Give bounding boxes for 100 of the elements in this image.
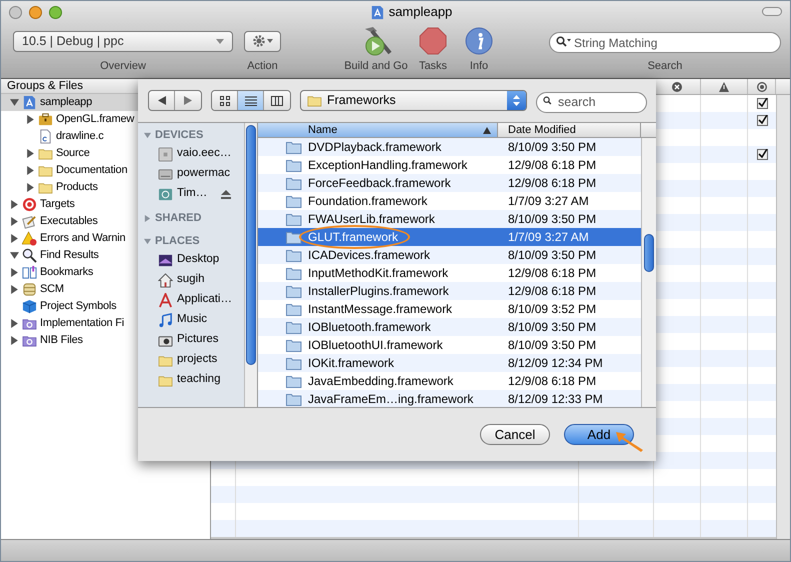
- dropdown-caret-icon: [216, 38, 224, 44]
- sort-ascending-icon: [483, 126, 491, 134]
- file-row[interactable]: InstallerPlugins.framework 12/9/08 6:18 PM: [258, 282, 641, 300]
- toolbar-toggle-button[interactable]: [762, 7, 782, 16]
- columns-icon: [271, 96, 283, 106]
- column-header[interactable]: Date Modified: [498, 123, 641, 137]
- file-row[interactable]: ICADevices.framework 8/10/09 3:50 PM: [258, 246, 641, 264]
- places-item[interactable]: Applicati…: [138, 290, 244, 310]
- error-icon: [672, 82, 682, 92]
- target-icon: [756, 82, 766, 92]
- folder-icon: [286, 356, 302, 370]
- close-button[interactable]: [9, 6, 22, 18]
- music-note-icon: [158, 312, 173, 328]
- grid-icon: [220, 96, 230, 106]
- info-icon[interactable]: [465, 27, 493, 55]
- expand-triangle-icon[interactable]: [10, 234, 19, 243]
- column-header[interactable]: Name: [258, 123, 498, 137]
- project-icon: [370, 4, 385, 20]
- search-field[interactable]: String Matching: [549, 32, 781, 53]
- pencil-paper-icon: [22, 214, 37, 229]
- checkbox[interactable]: [756, 149, 768, 160]
- places-item[interactable]: Pictures: [138, 330, 244, 350]
- places-item[interactable]: vaio.eec…: [138, 144, 244, 164]
- c-file-icon: [38, 129, 53, 144]
- back-arrow-icon: [158, 96, 166, 105]
- places-item[interactable]: sugih: [138, 270, 244, 290]
- scrollbar-thumb[interactable]: [246, 125, 256, 365]
- stepper-arrows-icon: [513, 95, 520, 106]
- window-title: sampleapp: [388, 3, 452, 22]
- file-row[interactable]: FWAUserLib.framework 8/10/09 3:50 PM: [258, 210, 641, 228]
- expand-triangle-icon[interactable]: [26, 115, 35, 124]
- toolbar-label: Build and Go: [344, 59, 408, 73]
- house-icon: [158, 272, 173, 288]
- expand-triangle-icon[interactable]: [26, 149, 35, 158]
- section-heading: PLACES: [155, 234, 200, 250]
- folder-icon: [286, 194, 302, 208]
- book-icon: [22, 265, 37, 280]
- folder-icon: [286, 374, 302, 388]
- toolbox-icon: [38, 112, 53, 127]
- stop-sign-icon[interactable]: [419, 27, 447, 55]
- toolbar-label: Action: [247, 59, 278, 73]
- eject-icon[interactable]: [221, 190, 232, 198]
- expand-triangle-icon[interactable]: [26, 166, 35, 175]
- folder-icon: [286, 392, 302, 406]
- expand-triangle-icon[interactable]: [10, 319, 19, 328]
- places-item[interactable]: powermac: [138, 164, 244, 184]
- icon-view-button[interactable]: [212, 91, 238, 110]
- file-row[interactable]: DVDPlayback.framework 8/10/09 3:50 PM: [258, 138, 641, 156]
- search-menu-icon: [556, 36, 571, 46]
- checkbox[interactable]: [756, 115, 768, 126]
- desktop-icon: [158, 252, 173, 268]
- places-item[interactable]: teaching: [138, 370, 244, 390]
- dropdown-caret-icon: [266, 39, 272, 43]
- sidebar-item[interactable]: OpenGL.framew: [1, 111, 210, 128]
- places-item[interactable]: Desktop: [138, 250, 244, 270]
- file-row[interactable]: JavaFrameEm…ing.framework 8/12/09 12:33 PM: [258, 390, 641, 407]
- target-icon: [22, 197, 37, 212]
- places-item[interactable]: Music: [138, 310, 244, 330]
- file-row[interactable]: ForceFeedback.framework 12/9/08 6:18 PM: [258, 174, 641, 192]
- cube-icon: [22, 299, 37, 314]
- expand-triangle-icon[interactable]: [10, 268, 19, 277]
- search-field[interactable]: search: [536, 92, 647, 112]
- checkbox[interactable]: [756, 98, 768, 109]
- add-button[interactable]: Add: [564, 424, 634, 444]
- expand-triangle-icon[interactable]: [10, 285, 19, 294]
- expand-triangle-icon[interactable]: [26, 183, 35, 192]
- time-machine-icon: [158, 186, 173, 202]
- toolbar-label: Search: [648, 59, 682, 73]
- expand-triangle-icon[interactable]: [10, 336, 19, 345]
- cancel-button[interactable]: Cancel: [480, 424, 550, 444]
- expand-triangle-icon[interactable]: [10, 200, 19, 209]
- section-heading: SHARED: [155, 211, 202, 226]
- project-icon: [22, 95, 37, 110]
- forward-arrow-icon: [184, 96, 192, 105]
- folder-icon: [286, 140, 302, 154]
- list-icon: [244, 96, 256, 106]
- gear-icon: [252, 35, 264, 47]
- magnifier-icon: [22, 248, 37, 263]
- toolbar-label: Tasks: [418, 59, 448, 73]
- expand-triangle-icon[interactable]: [10, 217, 19, 226]
- list-view-button[interactable]: [238, 91, 264, 110]
- section-heading: DEVICES: [155, 128, 204, 144]
- server-icon: [158, 146, 173, 162]
- collapse-triangle-icon[interactable]: [10, 98, 19, 107]
- configuration-popup[interactable]: 10.5 | Debug | ppc: [13, 30, 233, 52]
- column-view-button[interactable]: [264, 91, 290, 110]
- scrollbar-thumb[interactable]: [644, 234, 654, 272]
- warning-icon: [719, 82, 729, 92]
- minimize-button[interactable]: [29, 6, 42, 18]
- applications-icon: [158, 292, 173, 308]
- action-button[interactable]: [244, 30, 281, 52]
- zoom-button[interactable]: [49, 6, 62, 18]
- file-row[interactable]: IOKit.framework 8/12/09 12:34 PM: [258, 354, 641, 372]
- places-item[interactable]: projects: [138, 350, 244, 370]
- file-row[interactable]: GLUT.framework 1/7/09 3:27 AM: [258, 228, 641, 246]
- location-popup[interactable]: Frameworks: [300, 90, 527, 111]
- file-row[interactable]: IOBluetooth.framework 8/10/09 3:50 PM: [258, 318, 641, 336]
- folder-icon: [286, 176, 302, 190]
- database-icon: [22, 282, 37, 297]
- collapse-triangle-icon[interactable]: [10, 251, 19, 260]
